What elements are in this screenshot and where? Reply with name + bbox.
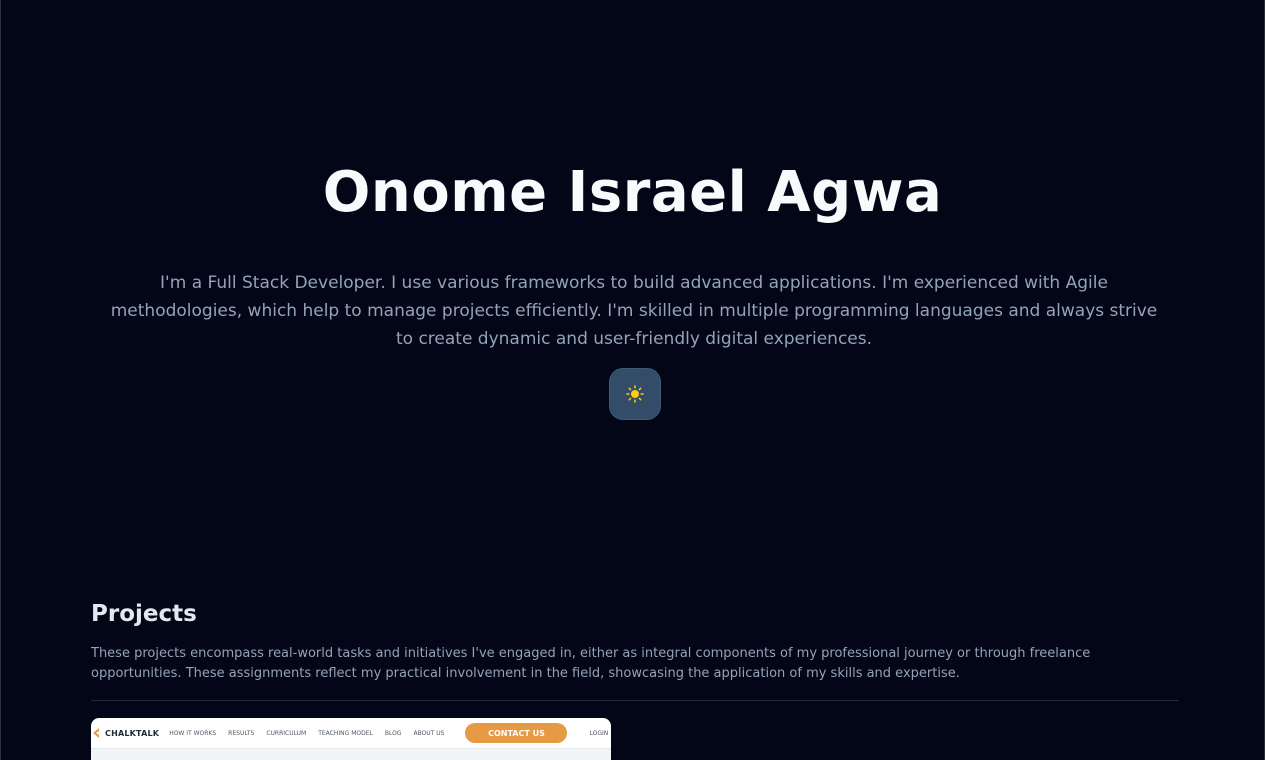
project-card-chalktalk[interactable]: CHALKTALK HOW IT WORKS RESULTS CURRICULU… [91, 718, 611, 760]
chalktalk-logo-text: CHALKTALK [105, 728, 160, 738]
project-preview-body [91, 749, 611, 760]
section-divider [91, 700, 1179, 701]
chalktalk-logo-icon [93, 728, 99, 738]
hero-name: Onome Israel Agwa [322, 160, 943, 225]
chalktalk-logo: CHALKTALK [93, 728, 159, 738]
project-preview-navbar: CHALKTALK HOW IT WORKS RESULTS CURRICULU… [91, 718, 611, 749]
sun-icon [626, 385, 644, 403]
preview-nav-about-us: ABOUT US [413, 729, 445, 737]
theme-toggle-button[interactable] [609, 368, 661, 420]
preview-contact-us-button: CONTACT US [465, 723, 568, 743]
preview-nav-results: RESULTS [228, 729, 255, 737]
preview-nav-teaching-model: TEACHING MODEL [318, 729, 373, 737]
preview-nav-curriculum: CURRICULUM [266, 729, 307, 737]
portfolio-page: Onome Israel Agwa I'm a Full Stack Devel… [0, 0, 1265, 760]
projects-description: These projects encompass real-world task… [91, 646, 1091, 681]
preview-login-link: LOGIN [589, 729, 609, 737]
preview-nav-how-it-works: HOW IT WORKS [169, 729, 217, 737]
hero-description: I'm a Full Stack Developer. I use variou… [110, 273, 1158, 349]
preview-nav-blog: BLOG [384, 729, 402, 737]
projects-heading: Projects [91, 601, 197, 627]
